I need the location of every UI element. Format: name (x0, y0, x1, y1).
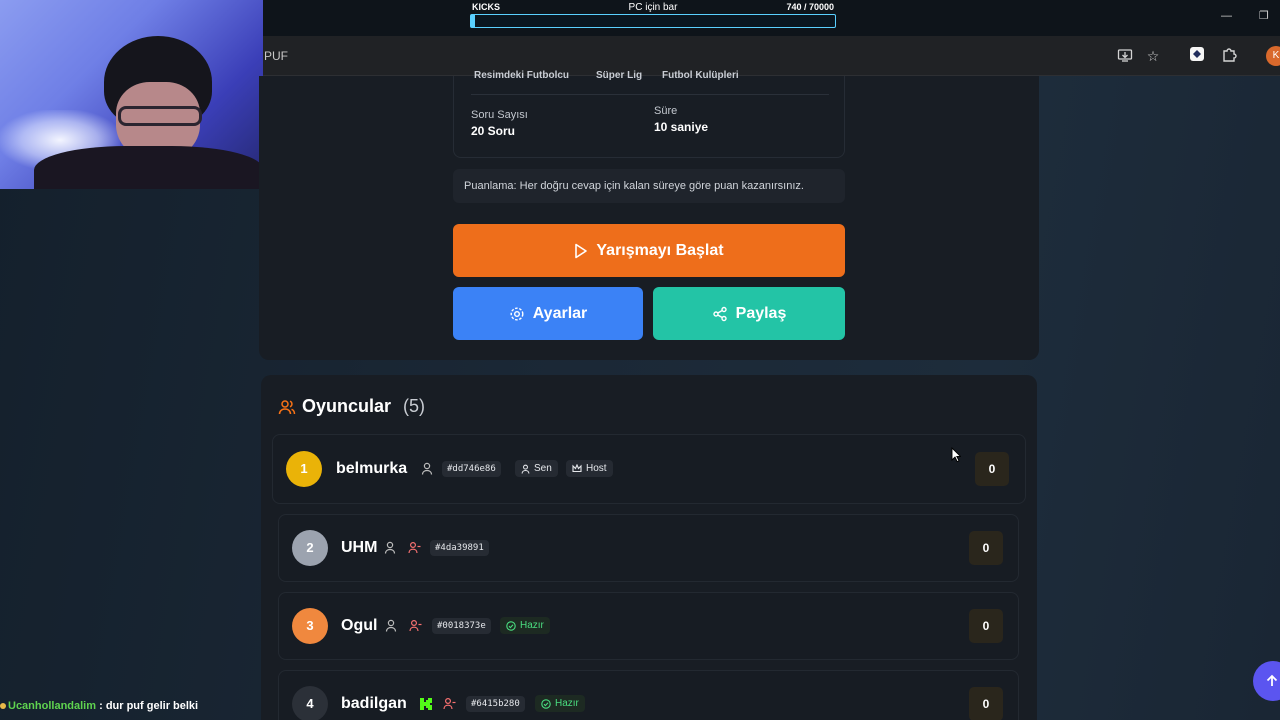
user-icon (421, 462, 433, 475)
chat-separator: : (96, 700, 106, 712)
share-button[interactable]: Paylaş (653, 287, 845, 340)
player-score: 0 (969, 531, 1003, 565)
share-icon (712, 306, 727, 321)
ready-badge: Hazır (500, 617, 550, 634)
player-id-tag: #0018373e (432, 618, 491, 634)
streamer-shirt (34, 146, 263, 189)
category-chip: Resimdeki Futbolcu (474, 70, 570, 81)
player-name: badilgan (341, 695, 407, 712)
rank-badge: 4 (292, 686, 328, 720)
duration-value: 10 saniye (654, 120, 709, 134)
user-icon (384, 541, 396, 554)
profile-avatar[interactable]: K (1266, 46, 1280, 66)
player-id-tag: #dd746e86 (442, 461, 501, 477)
kick-logo-icon (420, 698, 432, 710)
scoring-note: Puanlama: Her doğru cevap için kalan sür… (453, 169, 845, 203)
chat-text: dur puf gelir belki (105, 700, 199, 712)
info-divider (471, 94, 829, 95)
start-quiz-button[interactable]: Yarışmayı Başlat (453, 224, 845, 277)
mouse-cursor-icon (951, 447, 961, 463)
duration-label: Süre (654, 105, 678, 117)
user-remove-icon[interactable] (409, 619, 422, 632)
check-circle-icon (506, 620, 516, 631)
players-count: (5) (403, 396, 425, 416)
player-name: Ogul (341, 617, 378, 634)
user-icon (385, 619, 397, 632)
you-label: Sen (534, 463, 552, 474)
kicks-progress-fill (471, 15, 475, 27)
player-name: belmurka (336, 460, 408, 477)
kicks-progress-track (470, 14, 836, 28)
player-score: 0 (969, 609, 1003, 643)
question-count-value: 20 Soru (471, 124, 516, 138)
webcam-overlay (0, 0, 263, 189)
user-icon (521, 464, 530, 474)
share-label: Paylaş (735, 304, 787, 322)
kicks-progress-overlay: KICKS PC için bar 740 / 70000 (470, 2, 836, 28)
category-chip: Futbol Kulüpleri (662, 70, 739, 81)
minimize-icon[interactable]: — (1221, 10, 1232, 22)
player-name: UHM (341, 539, 378, 556)
chat-badge-icon (0, 703, 6, 709)
bookmark-star-icon[interactable]: ☆ (1144, 47, 1162, 65)
users-icon (278, 400, 296, 415)
streamer-glasses (118, 106, 202, 126)
user-remove-icon[interactable] (443, 697, 456, 710)
players-title: Oyuncular (302, 396, 392, 416)
rank-badge: 1 (286, 451, 322, 487)
start-quiz-label: Yarışmayı Başlat (596, 241, 724, 259)
question-count-label: Soru Sayısı (471, 109, 528, 121)
gear-icon (510, 306, 524, 321)
player-score: 0 (969, 687, 1003, 720)
host-badge: Host (566, 460, 613, 477)
rank-badge: 3 (292, 608, 328, 644)
host-label: Host (586, 463, 607, 474)
arrow-up-icon (1266, 674, 1278, 686)
player-id-tag: #6415b280 (466, 696, 525, 712)
install-app-icon[interactable] (1116, 47, 1134, 65)
ready-label: Hazır (520, 620, 544, 631)
player-id-tag: #4da39891 (430, 540, 489, 556)
extension-diamond-icon[interactable] (1188, 47, 1206, 65)
user-remove-icon[interactable] (408, 541, 421, 554)
maximize-icon[interactable]: ❐ (1259, 9, 1269, 22)
category-chip: Süper Lig (596, 70, 643, 81)
you-badge: Sen (515, 460, 558, 477)
settings-button[interactable]: Ayarlar (453, 287, 643, 340)
chat-username: Ucanhollandalim (8, 700, 97, 712)
kicks-count: 740 / 70000 (786, 2, 834, 12)
extensions-puzzle-icon[interactable] (1220, 47, 1238, 65)
ready-badge: Hazır (535, 695, 585, 712)
player-score: 0 (975, 452, 1009, 486)
scroll-to-top-button[interactable] (1253, 661, 1280, 701)
check-circle-icon (541, 698, 551, 709)
url-text[interactable]: PUF (264, 49, 288, 63)
bar-title: PC için bar (628, 2, 678, 13)
chat-message: Ucanhollandalim : dur puf gelir belki (0, 700, 198, 716)
crown-icon (572, 464, 582, 473)
rank-badge: 2 (292, 530, 328, 566)
ready-label: Hazır (555, 698, 579, 709)
play-icon (575, 243, 588, 258)
settings-label: Ayarlar (532, 304, 588, 322)
